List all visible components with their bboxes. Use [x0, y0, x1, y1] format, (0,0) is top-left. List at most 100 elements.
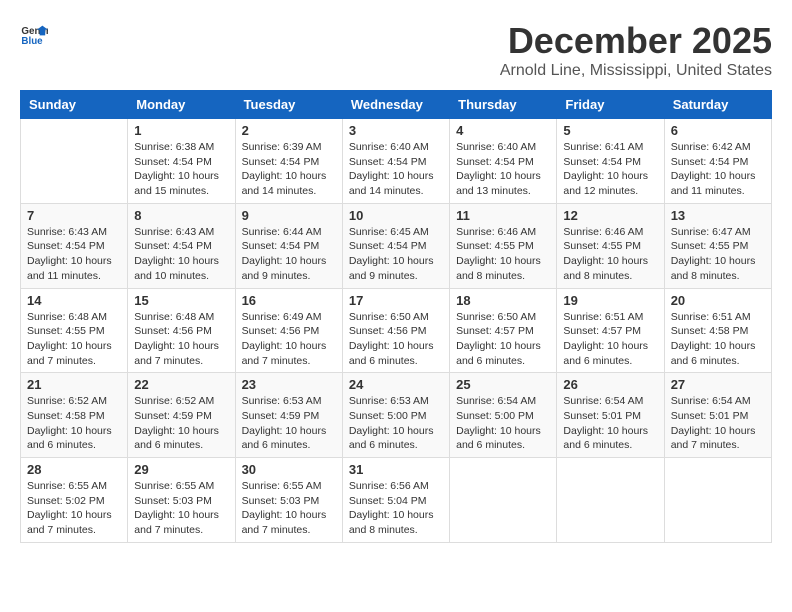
day-number: 18	[456, 293, 550, 308]
calendar-week-row: 1 Sunrise: 6:38 AM Sunset: 4:54 PM Daylig…	[21, 119, 772, 204]
day-info: Sunrise: 6:39 AM Sunset: 4:54 PM Dayligh…	[242, 140, 336, 199]
calendar-cell: 19 Sunrise: 6:51 AM Sunset: 4:57 PM Dayli…	[557, 288, 664, 373]
day-info: Sunrise: 6:43 AM Sunset: 4:54 PM Dayligh…	[134, 225, 228, 284]
calendar-cell: 16Sunrise: 6:49 AM Sunset: 4:56 PM Dayli…	[235, 288, 342, 373]
calendar-cell: 3Sunrise: 6:40 AM Sunset: 4:54 PM Daylig…	[342, 119, 449, 204]
day-number: 23	[242, 377, 336, 392]
day-of-week-header: Friday	[557, 91, 664, 119]
day-number: 15	[134, 293, 228, 308]
day-number: 9	[242, 208, 336, 223]
calendar-week-row: 14 Sunrise: 6:48 AM Sunset: 4:55 PM Dayli…	[21, 288, 772, 373]
day-of-week-header: Tuesday	[235, 91, 342, 119]
day-info: Sunrise: 6:38 AM Sunset: 4:54 PM Dayligh…	[134, 140, 228, 199]
day-number: 11	[456, 208, 550, 223]
day-of-week-header: Monday	[128, 91, 235, 119]
calendar-cell: 28Sunrise: 6:55 AM Sunset: 5:02 PM Dayli…	[21, 458, 128, 543]
calendar-cell: 13 Sunrise: 6:47 AM Sunset: 4:55 PM Dayli…	[664, 203, 771, 288]
day-number: 30	[242, 462, 336, 477]
day-info: Sunrise: 6:52 AM Sunset: 4:59 PM Dayligh…	[134, 394, 228, 453]
calendar-cell: 26 Sunrise: 6:54 AM Sunset: 5:01 PM Dayli…	[557, 373, 664, 458]
day-number: 17	[349, 293, 443, 308]
day-number: 26	[563, 377, 657, 392]
calendar-cell: 15 Sunrise: 6:48 AM Sunset: 4:56 PM Dayli…	[128, 288, 235, 373]
calendar-cell: 30 Sunrise: 6:55 AM Sunset: 5:03 PM Dayli…	[235, 458, 342, 543]
calendar-cell: 25 Sunrise: 6:54 AM Sunset: 5:00 PM Dayli…	[450, 373, 557, 458]
calendar-cell: 29Sunrise: 6:55 AM Sunset: 5:03 PM Dayli…	[128, 458, 235, 543]
day-number: 24	[349, 377, 443, 392]
calendar-body: 1 Sunrise: 6:38 AM Sunset: 4:54 PM Daylig…	[21, 119, 772, 543]
calendar-header-row: SundayMondayTuesdayWednesdayThursdayFrid…	[21, 91, 772, 119]
day-number: 1	[134, 123, 228, 138]
day-number: 25	[456, 377, 550, 392]
day-info: Sunrise: 6:51 AM Sunset: 4:57 PM Dayligh…	[563, 310, 657, 369]
day-info: Sunrise: 6:50 AM Sunset: 4:57 PM Dayligh…	[456, 310, 550, 369]
calendar-cell: 6 Sunrise: 6:42 AM Sunset: 4:54 PM Daylig…	[664, 119, 771, 204]
day-of-week-header: Saturday	[664, 91, 771, 119]
day-number: 2	[242, 123, 336, 138]
day-info: Sunrise: 6:46 AM Sunset: 4:55 PM Dayligh…	[456, 225, 550, 284]
calendar-week-row: 28Sunrise: 6:55 AM Sunset: 5:02 PM Dayli…	[21, 458, 772, 543]
day-number: 19	[563, 293, 657, 308]
day-info: Sunrise: 6:44 AM Sunset: 4:54 PM Dayligh…	[242, 225, 336, 284]
day-info: Sunrise: 6:54 AM Sunset: 5:01 PM Dayligh…	[671, 394, 765, 453]
day-number: 6	[671, 123, 765, 138]
day-number: 13	[671, 208, 765, 223]
day-number: 14	[27, 293, 121, 308]
day-of-week-header: Sunday	[21, 91, 128, 119]
calendar-cell: 9 Sunrise: 6:44 AM Sunset: 4:54 PM Daylig…	[235, 203, 342, 288]
page-header: General Blue December 2025 Arnold Line, …	[20, 20, 772, 80]
calendar-cell: 22 Sunrise: 6:52 AM Sunset: 4:59 PM Dayli…	[128, 373, 235, 458]
calendar-cell: 10Sunrise: 6:45 AM Sunset: 4:54 PM Dayli…	[342, 203, 449, 288]
day-info: Sunrise: 6:52 AM Sunset: 4:58 PM Dayligh…	[27, 394, 121, 453]
day-info: Sunrise: 6:40 AM Sunset: 4:54 PM Dayligh…	[456, 140, 550, 199]
calendar-cell: 4 Sunrise: 6:40 AM Sunset: 4:54 PM Daylig…	[450, 119, 557, 204]
day-info: Sunrise: 6:42 AM Sunset: 4:54 PM Dayligh…	[671, 140, 765, 199]
calendar-cell: 23 Sunrise: 6:53 AM Sunset: 4:59 PM Dayli…	[235, 373, 342, 458]
calendar-cell	[450, 458, 557, 543]
calendar-cell: 5 Sunrise: 6:41 AM Sunset: 4:54 PM Daylig…	[557, 119, 664, 204]
calendar-cell: 27 Sunrise: 6:54 AM Sunset: 5:01 PM Dayli…	[664, 373, 771, 458]
day-number: 27	[671, 377, 765, 392]
day-info: Sunrise: 6:55 AM Sunset: 5:03 PM Dayligh…	[242, 479, 336, 538]
day-info: Sunrise: 6:49 AM Sunset: 4:56 PM Dayligh…	[242, 310, 336, 369]
title-area: December 2025 Arnold Line, Mississippi, …	[500, 20, 772, 80]
day-info: Sunrise: 6:51 AM Sunset: 4:58 PM Dayligh…	[671, 310, 765, 369]
calendar-cell	[664, 458, 771, 543]
calendar-cell: 7Sunrise: 6:43 AM Sunset: 4:54 PM Daylig…	[21, 203, 128, 288]
calendar-cell: 18 Sunrise: 6:50 AM Sunset: 4:57 PM Dayli…	[450, 288, 557, 373]
day-info: Sunrise: 6:41 AM Sunset: 4:54 PM Dayligh…	[563, 140, 657, 199]
day-number: 31	[349, 462, 443, 477]
calendar-cell: 14 Sunrise: 6:48 AM Sunset: 4:55 PM Dayli…	[21, 288, 128, 373]
calendar-cell	[557, 458, 664, 543]
day-info: Sunrise: 6:46 AM Sunset: 4:55 PM Dayligh…	[563, 225, 657, 284]
day-number: 5	[563, 123, 657, 138]
day-number: 8	[134, 208, 228, 223]
day-info: Sunrise: 6:56 AM Sunset: 5:04 PM Dayligh…	[349, 479, 443, 538]
day-info: Sunrise: 6:54 AM Sunset: 5:00 PM Dayligh…	[456, 394, 550, 453]
day-number: 7	[27, 208, 121, 223]
day-number: 29	[134, 462, 228, 477]
calendar-cell: 31 Sunrise: 6:56 AM Sunset: 5:04 PM Dayli…	[342, 458, 449, 543]
day-info: Sunrise: 6:50 AM Sunset: 4:56 PM Dayligh…	[349, 310, 443, 369]
calendar-week-row: 21Sunrise: 6:52 AM Sunset: 4:58 PM Dayli…	[21, 373, 772, 458]
day-info: Sunrise: 6:53 AM Sunset: 4:59 PM Dayligh…	[242, 394, 336, 453]
day-info: Sunrise: 6:48 AM Sunset: 4:55 PM Dayligh…	[27, 310, 121, 369]
day-number: 22	[134, 377, 228, 392]
calendar-cell: 24Sunrise: 6:53 AM Sunset: 5:00 PM Dayli…	[342, 373, 449, 458]
day-info: Sunrise: 6:54 AM Sunset: 5:01 PM Dayligh…	[563, 394, 657, 453]
day-info: Sunrise: 6:47 AM Sunset: 4:55 PM Dayligh…	[671, 225, 765, 284]
day-info: Sunrise: 6:48 AM Sunset: 4:56 PM Dayligh…	[134, 310, 228, 369]
calendar-table: SundayMondayTuesdayWednesdayThursdayFrid…	[20, 90, 772, 543]
calendar-cell: 8 Sunrise: 6:43 AM Sunset: 4:54 PM Daylig…	[128, 203, 235, 288]
day-number: 20	[671, 293, 765, 308]
calendar-cell: 11 Sunrise: 6:46 AM Sunset: 4:55 PM Dayli…	[450, 203, 557, 288]
logo-icon: General Blue	[20, 20, 48, 48]
calendar-cell: 2 Sunrise: 6:39 AM Sunset: 4:54 PM Daylig…	[235, 119, 342, 204]
calendar-week-row: 7 Sunrise: 6:43 AM Sunset: 4:54 PM Daylig…	[21, 203, 772, 288]
day-number: 3	[349, 123, 443, 138]
month-title: December 2025	[500, 20, 772, 62]
calendar-cell: 21Sunrise: 6:52 AM Sunset: 4:58 PM Dayli…	[21, 373, 128, 458]
day-number: 28	[27, 462, 121, 477]
location-title: Arnold Line, Mississippi, United States	[500, 62, 772, 80]
day-number: 4	[456, 123, 550, 138]
